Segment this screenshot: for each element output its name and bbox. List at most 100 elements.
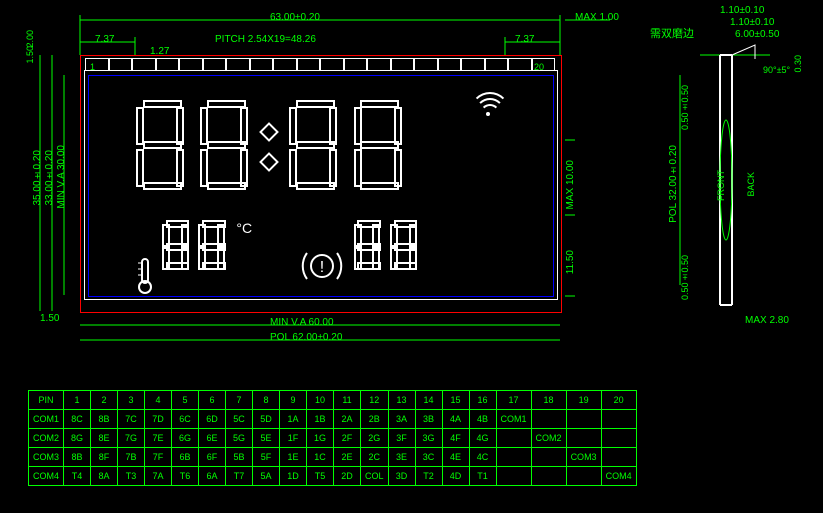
chinese-note: 需双磨边 — [650, 25, 694, 41]
label-front: FRONT — [716, 170, 726, 201]
digit-4 — [353, 100, 403, 190]
table-cell: COM4 — [601, 467, 636, 486]
table-cell: 5A — [253, 467, 280, 486]
temp-digit-2 — [198, 220, 226, 270]
table-cell: T7 — [226, 467, 253, 486]
digit-1 — [135, 100, 185, 190]
table-cell: COM1 — [496, 410, 531, 429]
dim-top-right-gap: 7.37 — [515, 34, 534, 45]
digit-3 — [288, 100, 338, 190]
alarm-digit-2 — [389, 220, 417, 270]
table-cell: 4A — [442, 410, 469, 429]
table-cell: 7E — [145, 429, 172, 448]
table-header: 12 — [361, 391, 389, 410]
dim-bot-pol: POL 62.00±0.20 — [270, 332, 342, 343]
table-cell: T5 — [307, 467, 334, 486]
pin-row — [85, 58, 555, 72]
table-cell — [601, 429, 636, 448]
table-cell: 7G — [118, 429, 145, 448]
table-cell: 1A — [280, 410, 307, 429]
dim-pitch: PITCH 2.54X19=48.26 — [215, 34, 316, 45]
table-cell: 3A — [388, 410, 415, 429]
table-cell: 8F — [91, 448, 118, 467]
table-cell: COL — [361, 467, 389, 486]
table-cell: 8E — [91, 429, 118, 448]
table-cell: T2 — [415, 467, 442, 486]
table-header: 1 — [64, 391, 91, 410]
table-cell — [566, 410, 601, 429]
table-cell — [531, 467, 566, 486]
table-cell: 6C — [172, 410, 199, 429]
table-cell: 1F — [280, 429, 307, 448]
dim-right-max10: MAX 10.00 — [565, 160, 576, 209]
table-header: 5 — [172, 391, 199, 410]
table-cell: 2D — [334, 467, 361, 486]
table-cell: 2A — [334, 410, 361, 429]
temp-digit-1 — [161, 220, 189, 270]
table-cell: 5B — [226, 448, 253, 467]
table-header: 9 — [280, 391, 307, 410]
table-cell: 3G — [415, 429, 442, 448]
table-cell — [531, 410, 566, 429]
table-header: 4 — [145, 391, 172, 410]
table-cell: 2F — [334, 429, 361, 448]
table-header: 7 — [226, 391, 253, 410]
table-header: 8 — [253, 391, 280, 410]
table-cell: 3B — [415, 410, 442, 429]
table-cell: 7C — [118, 410, 145, 429]
table-cell: 8A — [91, 467, 118, 486]
table-cell — [496, 467, 531, 486]
table-cell: 2B — [361, 410, 389, 429]
thermometer-icon — [135, 251, 155, 291]
dim-right-max1: MAX 1.00 — [575, 12, 619, 23]
table-cell: 3D — [388, 467, 415, 486]
table-header: 17 — [496, 391, 531, 410]
table-cell: T4 — [64, 467, 91, 486]
table-header: 10 — [307, 391, 334, 410]
bottom-row: °C ! — [135, 220, 419, 291]
table-cell: 2E — [334, 448, 361, 467]
table-cell: 3C — [415, 448, 442, 467]
table-header: 3 — [118, 391, 145, 410]
dim-left-v1: 2.00 — [25, 30, 35, 48]
table-header: 2 — [91, 391, 118, 410]
dim-side-600: 6.00±0.50 — [735, 29, 779, 40]
table-cell: 4C — [469, 448, 496, 467]
dim-side-030: 0.30 — [793, 55, 803, 73]
table-header: 14 — [415, 391, 442, 410]
table-header: PIN — [29, 391, 64, 410]
table-header: 6 — [199, 391, 226, 410]
table-cell: 6E — [199, 429, 226, 448]
table-cell: 4E — [442, 448, 469, 467]
table-cell — [496, 448, 531, 467]
table-header: 13 — [388, 391, 415, 410]
dim-side-90: 90°±5° — [763, 65, 790, 75]
table-cell: 2C — [361, 448, 389, 467]
pin-table: PIN1234567891011121314151617181920 COM18… — [28, 390, 637, 486]
degree-label: °C — [236, 220, 252, 236]
table-cell: 7A — [145, 467, 172, 486]
table-header: 16 — [469, 391, 496, 410]
table-cell: 5G — [226, 429, 253, 448]
table-cell: 1E — [280, 448, 307, 467]
dim-side-pol: POL 32.00±0.20 — [668, 145, 679, 223]
table-cell — [531, 448, 566, 467]
table-cell: 2G — [361, 429, 389, 448]
table-cell: T3 — [118, 467, 145, 486]
table-cell: 4F — [442, 429, 469, 448]
table-cell: 1B — [307, 410, 334, 429]
table-header: 11 — [334, 391, 361, 410]
table-cell: 5E — [253, 429, 280, 448]
table-cell: 6A — [199, 467, 226, 486]
table-cell: T1 — [469, 467, 496, 486]
alarm-icon: ! — [297, 241, 347, 291]
table-header: 19 — [566, 391, 601, 410]
dim-left-bot: 1.50 — [40, 313, 59, 324]
table-cell: 4B — [469, 410, 496, 429]
dim-top-width: 63.00±0.20 — [270, 12, 320, 23]
table-cell: 7F — [145, 448, 172, 467]
table-cell: T6 — [172, 467, 199, 486]
table-cell: 1D — [280, 467, 307, 486]
table-cell: COM3 — [566, 448, 601, 467]
colon — [259, 100, 279, 190]
